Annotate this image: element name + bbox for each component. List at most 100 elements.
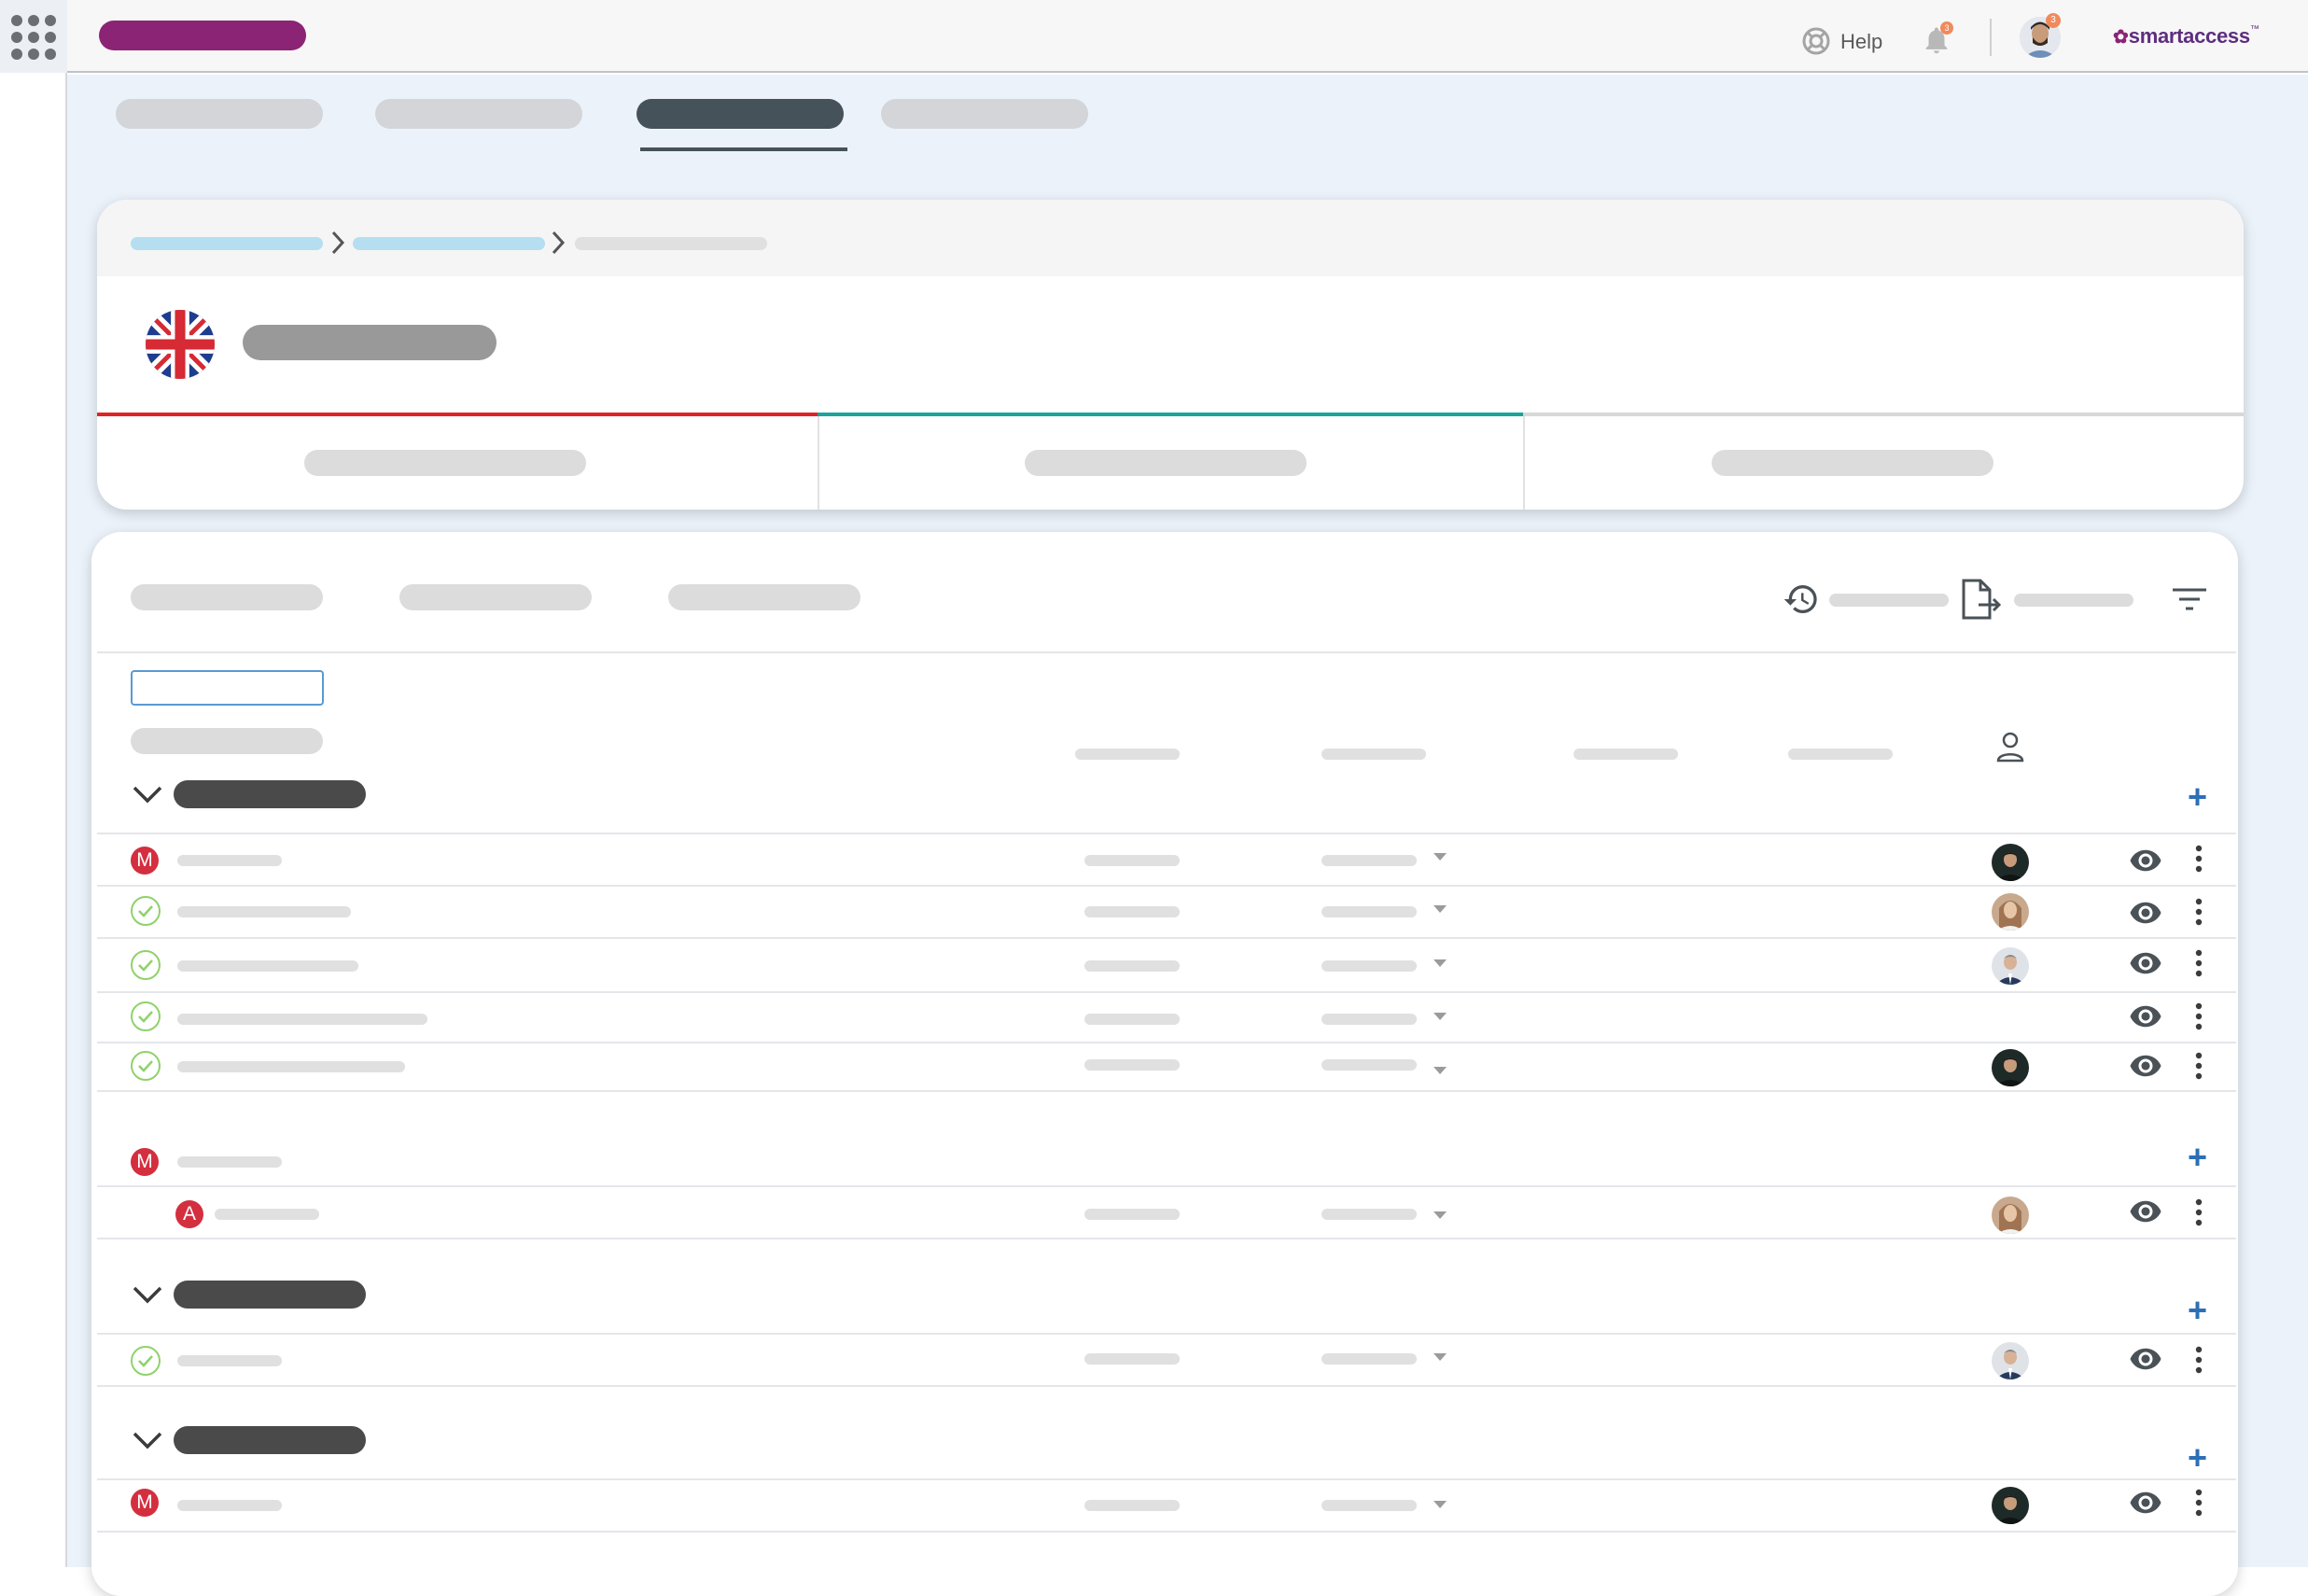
add-item-button[interactable]: +	[2188, 780, 2207, 814]
tab-1[interactable]	[116, 99, 323, 129]
header-divider	[1990, 19, 1992, 56]
row-col1-placeholder	[1084, 1059, 1180, 1071]
content-tab-2[interactable]	[399, 584, 592, 610]
add-item-button[interactable]: +	[2188, 1294, 2207, 1327]
more-vert-icon[interactable]	[2189, 948, 2208, 978]
notifications-button[interactable]: 3	[1921, 21, 1958, 58]
tab-2[interactable]	[375, 99, 582, 129]
row-dropdown-placeholder[interactable]	[1322, 1500, 1417, 1511]
row-divider	[97, 1333, 2236, 1335]
tab-4[interactable]	[881, 99, 1088, 129]
eye-icon[interactable]	[2122, 946, 2169, 980]
caret-down-icon[interactable]	[1434, 1067, 1447, 1074]
history-button[interactable]	[1783, 581, 1951, 618]
app-title-placeholder[interactable]	[99, 21, 306, 50]
row-name-placeholder[interactable]	[177, 1355, 282, 1366]
more-vert-icon[interactable]	[2189, 897, 2208, 927]
row-dropdown-placeholder[interactable]	[1322, 855, 1417, 866]
assignee-avatar[interactable]	[1992, 1049, 2029, 1086]
chevron-down-icon[interactable]	[131, 1282, 164, 1309]
row-name-placeholder[interactable]	[177, 1061, 405, 1072]
assignee-avatar[interactable]	[1992, 1487, 2029, 1524]
notification-count-badge: 3	[1940, 21, 1953, 35]
breadcrumb-item-2[interactable]	[353, 237, 545, 250]
eye-icon[interactable]	[2122, 1195, 2169, 1228]
help-button[interactable]: Help	[1801, 24, 1885, 58]
caret-down-icon[interactable]	[1434, 853, 1447, 861]
caret-down-icon[interactable]	[1434, 1211, 1447, 1219]
assignee-avatar[interactable]	[1992, 893, 2029, 931]
content-tab-1[interactable]	[131, 584, 323, 610]
assignee-avatar[interactable]	[1992, 844, 2029, 881]
row-name-placeholder[interactable]	[215, 1209, 319, 1220]
more-vert-icon[interactable]	[2189, 1001, 2208, 1031]
caret-down-icon[interactable]	[1434, 1013, 1447, 1020]
assignee-avatar[interactable]	[1992, 947, 2029, 985]
row-name-placeholder[interactable]	[177, 960, 358, 972]
m-badge: M	[131, 1489, 159, 1517]
row-divider	[97, 1478, 2236, 1480]
stat-1	[304, 450, 586, 476]
column-header-4	[1788, 749, 1893, 760]
eye-icon[interactable]	[2122, 1049, 2169, 1083]
caret-down-icon[interactable]	[1434, 959, 1447, 967]
tab-3-active[interactable]	[636, 99, 844, 129]
add-item-button[interactable]: +	[2188, 1141, 2207, 1174]
m-badge: M	[131, 1148, 159, 1176]
row-dropdown-placeholder[interactable]	[1322, 1059, 1417, 1071]
more-vert-icon[interactable]	[2189, 1197, 2208, 1227]
row-divider	[97, 885, 2236, 887]
breadcrumb-item-1[interactable]	[131, 237, 323, 250]
section-title-placeholder	[174, 780, 366, 808]
active-tab-underline	[640, 147, 847, 151]
assignee-avatar[interactable]	[1992, 1342, 2029, 1379]
stat-divider-1	[818, 416, 819, 510]
column-header-1	[1075, 749, 1180, 760]
caret-down-icon[interactable]	[1434, 1501, 1447, 1508]
row-dropdown-placeholder[interactable]	[1322, 960, 1417, 972]
filter-icon[interactable]	[2171, 586, 2208, 614]
row-name-placeholder[interactable]	[177, 906, 351, 917]
chevron-down-icon[interactable]	[131, 782, 164, 808]
row-col1-placeholder	[1084, 960, 1180, 972]
stat-2	[1025, 450, 1307, 476]
row-divider	[97, 1385, 2236, 1387]
row-name-placeholder[interactable]	[177, 1500, 282, 1511]
content-tab-3[interactable]	[668, 584, 860, 610]
row-dropdown-placeholder[interactable]	[1322, 1209, 1417, 1220]
row-divider	[97, 1185, 2236, 1187]
caret-down-icon[interactable]	[1434, 905, 1447, 913]
row-dropdown-placeholder[interactable]	[1322, 906, 1417, 917]
breadcrumb	[97, 200, 2244, 276]
row-name-placeholder[interactable]	[177, 1014, 427, 1025]
row-dropdown-placeholder[interactable]	[1322, 1353, 1417, 1365]
more-vert-icon[interactable]	[2189, 844, 2208, 874]
add-item-button[interactable]: +	[2188, 1441, 2207, 1475]
more-vert-icon[interactable]	[2189, 1345, 2208, 1375]
assignee-avatar[interactable]	[1992, 1197, 2029, 1234]
search-input[interactable]	[131, 670, 324, 706]
stat-divider-2	[1523, 416, 1525, 510]
m-badge: M	[131, 847, 159, 875]
status-bar-red	[97, 413, 818, 416]
check-icon	[131, 1346, 161, 1376]
row-dropdown-placeholder[interactable]	[1322, 1014, 1417, 1025]
app-grid-icon[interactable]	[10, 14, 57, 61]
row-name-placeholder[interactable]	[177, 855, 282, 866]
more-vert-icon[interactable]	[2189, 1051, 2208, 1081]
export-button[interactable]	[1960, 579, 2137, 620]
row-col1-placeholder	[1084, 855, 1180, 866]
caret-down-icon[interactable]	[1434, 1353, 1447, 1361]
eye-icon[interactable]	[2122, 896, 2169, 930]
check-icon	[131, 950, 161, 980]
eye-icon[interactable]	[2122, 1486, 2169, 1519]
more-vert-icon[interactable]	[2189, 1488, 2208, 1518]
eye-icon[interactable]	[2122, 844, 2169, 877]
top-bar	[67, 0, 2308, 73]
group-name-placeholder[interactable]	[177, 1156, 282, 1168]
eye-icon[interactable]	[2122, 1342, 2169, 1376]
history-icon	[1783, 585, 1817, 613]
chevron-down-icon[interactable]	[131, 1428, 164, 1454]
row-col1-placeholder	[1084, 1014, 1180, 1025]
eye-icon[interactable]	[2122, 1000, 2169, 1033]
